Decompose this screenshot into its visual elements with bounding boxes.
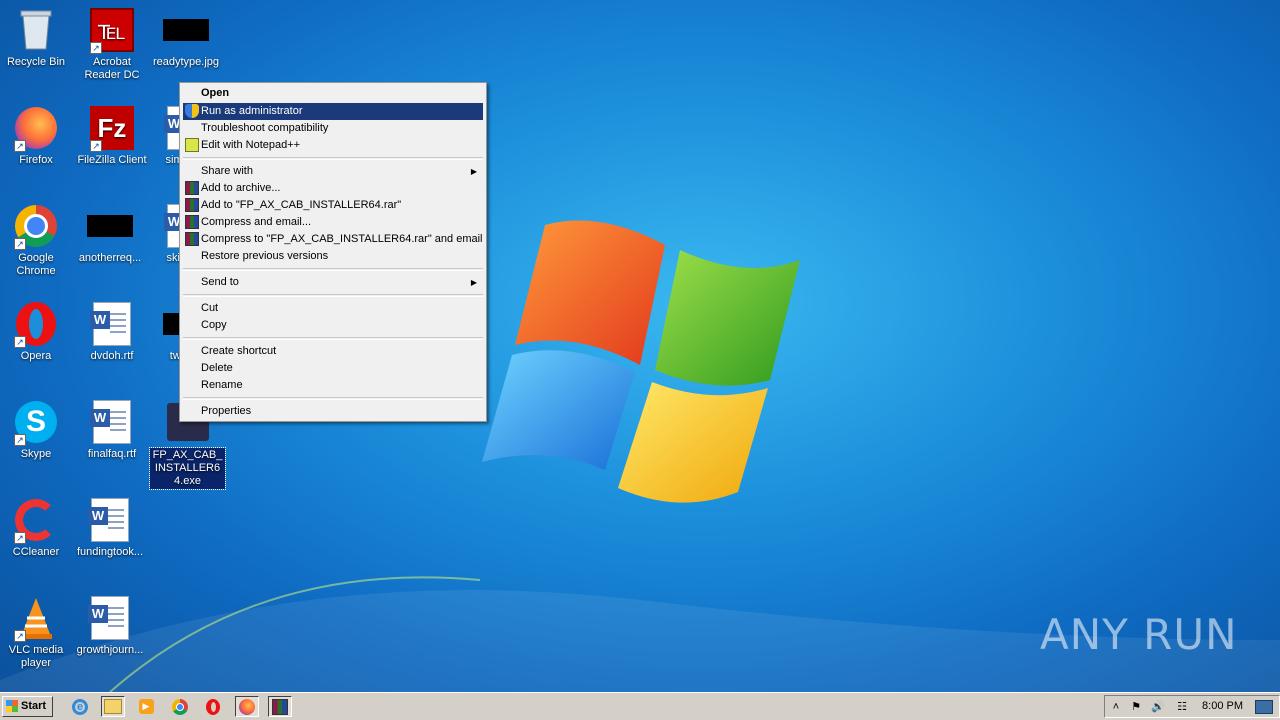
menu-item-add-to-rar[interactable]: Add to "FP_AX_CAB_INSTALLER64.rar" — [183, 197, 483, 214]
menu-item-edit-with-notepadpp[interactable]: Edit with Notepad++ — [183, 137, 483, 154]
word-document-icon[interactable]: W finalfaq.rtf — [76, 398, 148, 461]
taskbar: Start e ▶ ˄ ⚑ 🔊 ☷ 8:00 PM — [0, 692, 1280, 720]
windows-logo-icon — [6, 700, 18, 712]
menu-item-add-to-archive[interactable]: Add to archive... — [183, 180, 483, 197]
word-document-icon[interactable]: W dvdoh.rtf — [76, 300, 148, 363]
menu-item-run-as-administrator[interactable]: Run as administrator — [183, 103, 483, 120]
show-desktop-icon[interactable] — [1255, 700, 1273, 714]
menu-item-rename[interactable]: Rename — [183, 377, 483, 394]
word-document-icon[interactable]: W growthjourn... — [74, 594, 146, 657]
clock[interactable]: 8:00 PM — [1202, 700, 1243, 712]
recycle-bin-icon[interactable]: Recycle Bin — [0, 6, 72, 69]
menu-item-properties[interactable]: Properties — [183, 403, 483, 420]
menu-separator — [183, 157, 483, 160]
submenu-arrow-icon: ▶ — [470, 278, 477, 287]
winrar-icon[interactable] — [268, 696, 292, 717]
vlc-icon[interactable]: ↗ VLC media player — [0, 594, 72, 670]
menu-separator — [183, 397, 483, 400]
winrar-icon — [185, 198, 199, 212]
menu-item-share-with[interactable]: Share with ▶ — [183, 163, 483, 180]
explorer-icon[interactable] — [101, 696, 125, 717]
opera-icon[interactable] — [201, 696, 225, 717]
menu-item-troubleshoot-compatibility[interactable]: Troubleshoot compatibility — [183, 120, 483, 137]
start-button[interactable]: Start — [2, 696, 53, 717]
skype-icon[interactable]: S ↗ Skype — [0, 398, 72, 461]
chrome-icon[interactable] — [168, 696, 192, 717]
anyrun-watermark: ANY RUN — [1040, 610, 1238, 659]
volume-icon[interactable]: 🔊 — [1151, 700, 1165, 714]
menu-separator — [183, 294, 483, 297]
menu-item-open[interactable]: Open — [183, 85, 483, 102]
winrar-icon — [185, 181, 199, 195]
submenu-arrow-icon: ▶ — [470, 167, 477, 176]
menu-item-delete[interactable]: Delete — [183, 360, 483, 377]
firefox-icon[interactable] — [235, 696, 259, 717]
ccleaner-icon[interactable]: ↗ CCleaner — [0, 496, 72, 559]
word-document-icon[interactable]: W fundingtook... — [74, 496, 146, 559]
notepadpp-icon — [185, 138, 199, 152]
action-center-flag-icon[interactable]: ⚑ — [1129, 700, 1143, 714]
menu-item-create-shortcut[interactable]: Create shortcut — [183, 343, 483, 360]
menu-item-restore-previous-versions[interactable]: Restore previous versions — [183, 248, 483, 265]
winrar-icon — [185, 232, 199, 246]
system-tray: ˄ ⚑ 🔊 ☷ 8:00 PM — [1104, 695, 1280, 718]
acrobat-reader-icon[interactable]: ℡ ↗ Acrobat Reader DC — [76, 6, 148, 82]
opera-icon[interactable]: ↗ Opera — [0, 300, 72, 363]
network-icon[interactable]: ☷ — [1175, 700, 1189, 714]
uac-shield-icon — [185, 104, 199, 118]
menu-item-compress-to-rar-and-email[interactable]: Compress to "FP_AX_CAB_INSTALLER64.rar" … — [183, 231, 483, 248]
menu-item-copy[interactable]: Copy — [183, 317, 483, 334]
winrar-icon — [185, 215, 199, 229]
ie-icon[interactable]: e — [68, 696, 92, 717]
menu-item-send-to[interactable]: Send to ▶ — [183, 274, 483, 291]
menu-item-compress-and-email[interactable]: Compress and email... — [183, 214, 483, 231]
media-player-icon[interactable]: ▶ — [134, 696, 158, 717]
menu-separator — [183, 337, 483, 340]
image-file-icon[interactable]: readytype.jpg — [150, 6, 222, 69]
context-menu: Open Run as administrator Troubleshoot c… — [179, 82, 487, 422]
menu-item-cut[interactable]: Cut — [183, 300, 483, 317]
chevron-up-icon[interactable]: ˄ — [1109, 700, 1123, 714]
firefox-icon[interactable]: ↗ Firefox — [0, 104, 72, 167]
image-file-icon[interactable]: anotherreq... — [74, 202, 146, 265]
menu-separator — [183, 268, 483, 271]
filezilla-icon[interactable]: Fz ↗ FileZilla Client — [76, 104, 148, 167]
chrome-icon[interactable]: ↗ Google Chrome — [0, 202, 72, 278]
